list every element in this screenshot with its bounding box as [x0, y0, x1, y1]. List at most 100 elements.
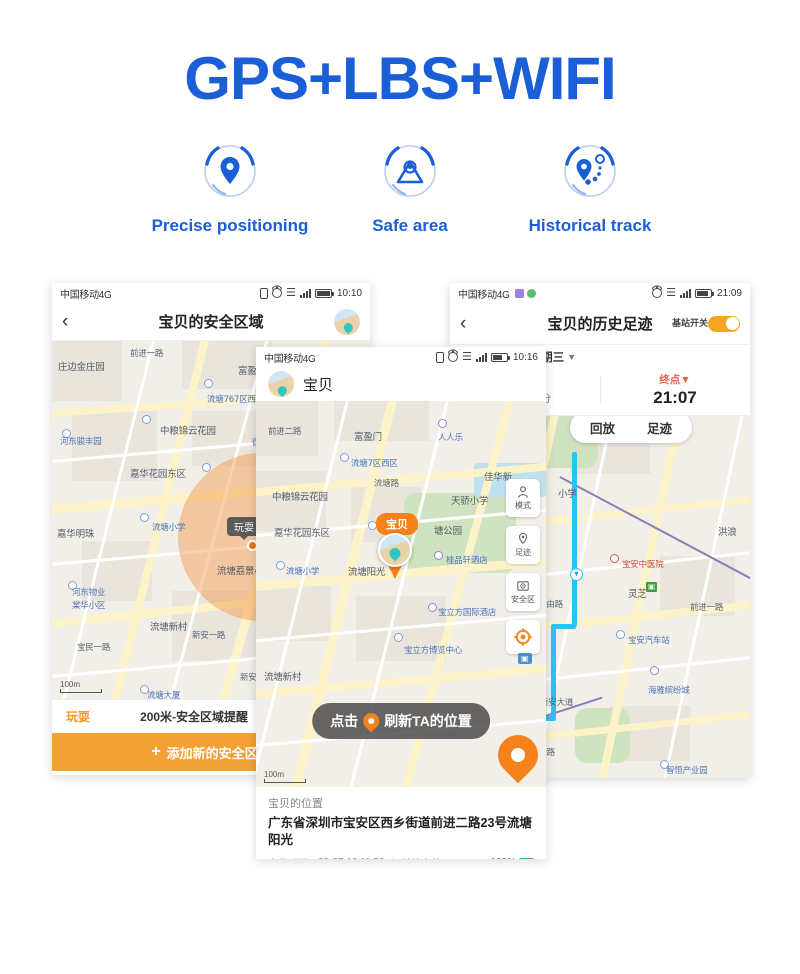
tool-mode[interactable]: 模式: [506, 479, 540, 517]
map-pin-icon: [359, 709, 383, 733]
location-pin-marker[interactable]: [489, 726, 546, 784]
map-label: 流塘路: [374, 479, 399, 489]
tool-label: 足迹: [515, 548, 531, 557]
page-title: 宝贝的安全区域: [158, 314, 264, 331]
map-label: 前进一路: [130, 349, 164, 359]
vibrate-icon: [436, 351, 445, 363]
person-icon: [518, 486, 528, 498]
alarm-icon: [448, 352, 459, 362]
locate-button[interactable]: [506, 620, 540, 654]
map-canvas-location[interactable]: 前进二路 富盈门 人人乐 流塘7区西区 佳华新 流塘路 中粮锦云花园 天骄小学 嘉华花园东区 塘公…: [256, 401, 546, 787]
status-bar: 中国移动4G ☰ 10:10: [52, 283, 370, 303]
refresh-location-button[interactable]: 点击 刷新TA的位置: [312, 703, 490, 739]
battery-icon: [694, 288, 714, 298]
historical-track-icon: [500, 140, 680, 202]
chevron-down-icon: ▼: [567, 352, 577, 362]
map-label: 嘉华明珠: [57, 529, 95, 540]
safe-area-icon: [320, 140, 500, 202]
stat-key: 终点▼: [659, 374, 691, 386]
map-label: 智恒产业园: [666, 766, 708, 776]
stat-endpoint[interactable]: 终点▼ 21:07: [600, 372, 750, 408]
stat-value: 21:07: [653, 388, 697, 407]
feature-historical-track: Historical track: [500, 140, 680, 236]
map-label: 棠华小区: [72, 601, 106, 611]
device-battery: 100%: [490, 857, 534, 859]
signal-icon: [679, 288, 691, 298]
status-bar: 中国移动4G ☰ 21:09: [450, 283, 750, 303]
location-info-card: 宝贝的位置 广东省深圳市宝安区西乡街道前进二路23号流塘阳光 定位时间： 09-…: [256, 787, 546, 859]
location-meta: 定位时间： 09-27 10:11:50 | 基站定位 100%: [268, 855, 534, 859]
nav-bar: ‹ 宝贝的历史足迹 基站开关: [450, 303, 750, 345]
location-time-value: 09-27 10:11:50: [318, 857, 385, 859]
crosshair-icon: [514, 628, 532, 646]
map-label: 前进一路: [690, 603, 724, 613]
tool-safe-zone[interactable]: 安全区: [506, 573, 540, 611]
tool-label: 安全区: [511, 595, 535, 604]
base-station-toggle[interactable]: 基站开关: [671, 315, 740, 332]
location-time-label: 定位时间：: [268, 855, 318, 860]
map-label: 流塘新村: [150, 622, 188, 633]
zone-name: 玩耍: [66, 710, 91, 724]
refresh-label-pre: 点击: [330, 713, 359, 729]
device-label-tag: 宝贝: [376, 513, 418, 535]
map-label: 小学: [558, 489, 577, 500]
app-badge-icon: [526, 288, 536, 298]
map-label: 河东物业: [72, 588, 106, 598]
wifi-icon: ☰: [462, 350, 472, 363]
nav-bar: ‹ 宝贝的安全区域: [52, 303, 370, 341]
wifi-icon: ☰: [286, 286, 296, 299]
map-label: 流塘新村: [264, 672, 302, 683]
chevron-down-icon: ▼: [680, 374, 691, 386]
map-label: 前进二路: [268, 427, 302, 437]
device-avatar-pin: [378, 533, 412, 567]
status-bar: 中国移动4G ☰ 10:16: [256, 347, 546, 367]
refresh-label-post: 刷新TA的位置: [384, 713, 472, 729]
device-header[interactable]: 宝贝: [256, 367, 546, 401]
map-tools: 模式 足迹 安全区: [506, 479, 540, 654]
alarm-icon: [272, 288, 283, 298]
vibrate-icon: [260, 287, 269, 299]
map-label: 灵芝: [628, 589, 647, 600]
battery-icon: [490, 352, 510, 362]
tool-label: 模式: [515, 501, 531, 510]
carrier-label: 中国移动4G: [264, 353, 316, 365]
scale-label: 100m: [264, 770, 285, 779]
back-button[interactable]: ‹: [62, 311, 90, 333]
map-label: 宝民一路: [77, 643, 111, 653]
toggle-label: 基站开关: [671, 318, 708, 328]
device-name: 宝贝: [303, 376, 334, 394]
page-title: GPS+LBS+WIFI: [184, 45, 616, 112]
tool-tracks[interactable]: 足迹: [506, 526, 540, 564]
battery-percent: 100%: [490, 857, 516, 859]
toggle-switch[interactable]: [708, 315, 740, 332]
playback-button[interactable]: 回放: [574, 418, 631, 437]
avatar-button[interactable]: [334, 308, 360, 335]
device-location-marker[interactable]: [378, 533, 412, 579]
map-label: 流塘小学: [152, 523, 186, 533]
feature-label: Safe area: [372, 216, 448, 235]
safe-zone-icon: [517, 581, 529, 591]
carrier-label: 中国移动4G: [60, 289, 112, 301]
track-mode-buttons[interactable]: 回放 足迹: [570, 416, 693, 443]
feature-safe-area: Safe area: [320, 140, 500, 236]
signal-icon: [475, 352, 487, 362]
app-badge-icon: [514, 288, 524, 298]
map-label: 新安一路: [192, 631, 226, 641]
track-line: [572, 452, 577, 627]
footprint-icon: [518, 532, 528, 544]
tracks-button[interactable]: 足迹: [631, 418, 688, 437]
track-arrow-icon: ▼: [570, 568, 583, 581]
location-method[interactable]: 基站定位: [401, 855, 441, 860]
map-label: 宝立方博览中心: [404, 646, 463, 656]
map-label: 河东骏丰园: [60, 437, 102, 447]
feature-list: Precise positioning Safe area Historical…: [140, 140, 680, 236]
map-label: 桂品轩酒店: [446, 556, 488, 566]
back-button[interactable]: ‹: [460, 313, 488, 335]
map-label: 塘公园: [434, 526, 462, 537]
battery-icon: [314, 288, 334, 298]
map-label: 海雅缤纷城: [648, 686, 690, 696]
map-label: 天骄小学: [451, 496, 489, 507]
map-label: 庄边金庄园: [58, 362, 105, 373]
map-label: 流塘小学: [286, 567, 320, 577]
map-label: 宝安汽车站: [628, 636, 670, 646]
